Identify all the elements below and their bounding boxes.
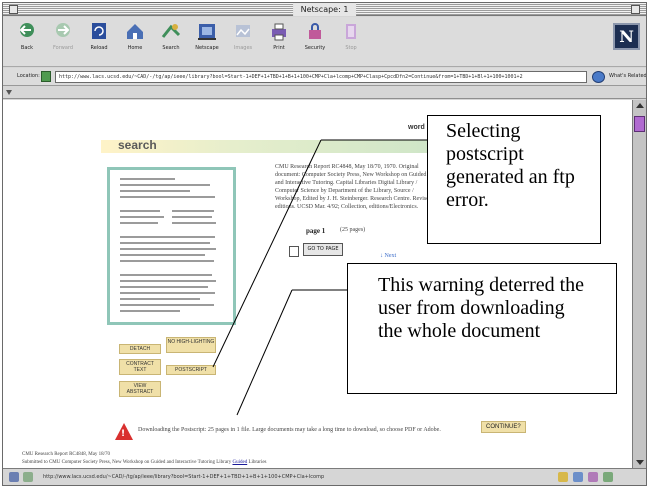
annotation-callout-warning: This warning deterred the user from down… xyxy=(347,263,617,394)
annotation-callout-postscript: Selecting postscript generated an ftp er… xyxy=(427,115,601,244)
annotation-leader-lines xyxy=(212,139,427,416)
